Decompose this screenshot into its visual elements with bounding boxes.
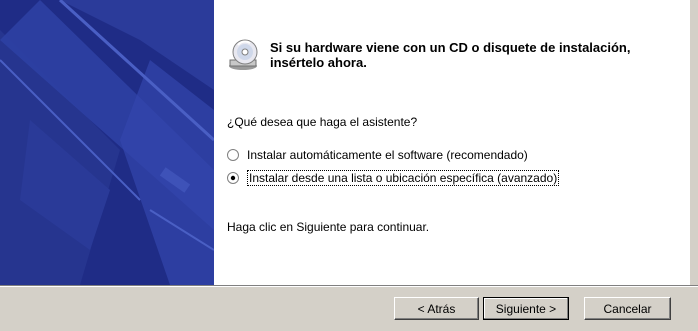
cancel-button[interactable]: Cancelar (584, 297, 671, 320)
cd-drive-icon (229, 39, 258, 70)
radio-checked-icon[interactable] (227, 172, 239, 184)
right-frame-strip (690, 0, 698, 285)
radio-unchecked-icon[interactable] (227, 149, 239, 161)
wizard-question: ¿Qué desea que haga el asistente? (227, 115, 418, 129)
back-button[interactable]: < Atrás (394, 297, 479, 320)
footer-separator (0, 285, 698, 287)
option-manual[interactable]: Instalar desde una lista o ubicación esp… (227, 170, 560, 186)
wizard-content: Si su hardware viene con un CD o disquet… (214, 0, 698, 285)
wizard-banner (0, 0, 214, 285)
banner-graphic (0, 0, 214, 285)
hardware-wizard-dialog: Si su hardware viene con un CD o disquet… (0, 0, 698, 331)
option-manual-label: Instalar desde una lista o ubicación esp… (247, 170, 560, 186)
option-automatic-label: Instalar automáticamente el software (re… (247, 148, 528, 162)
wizard-heading: Si su hardware viene con un CD o disquet… (270, 40, 631, 70)
option-automatic[interactable]: Instalar automáticamente el software (re… (227, 148, 528, 162)
next-button[interactable]: Siguiente > (483, 297, 569, 320)
wizard-hint: Haga clic en Siguiente para continuar. (227, 220, 430, 234)
